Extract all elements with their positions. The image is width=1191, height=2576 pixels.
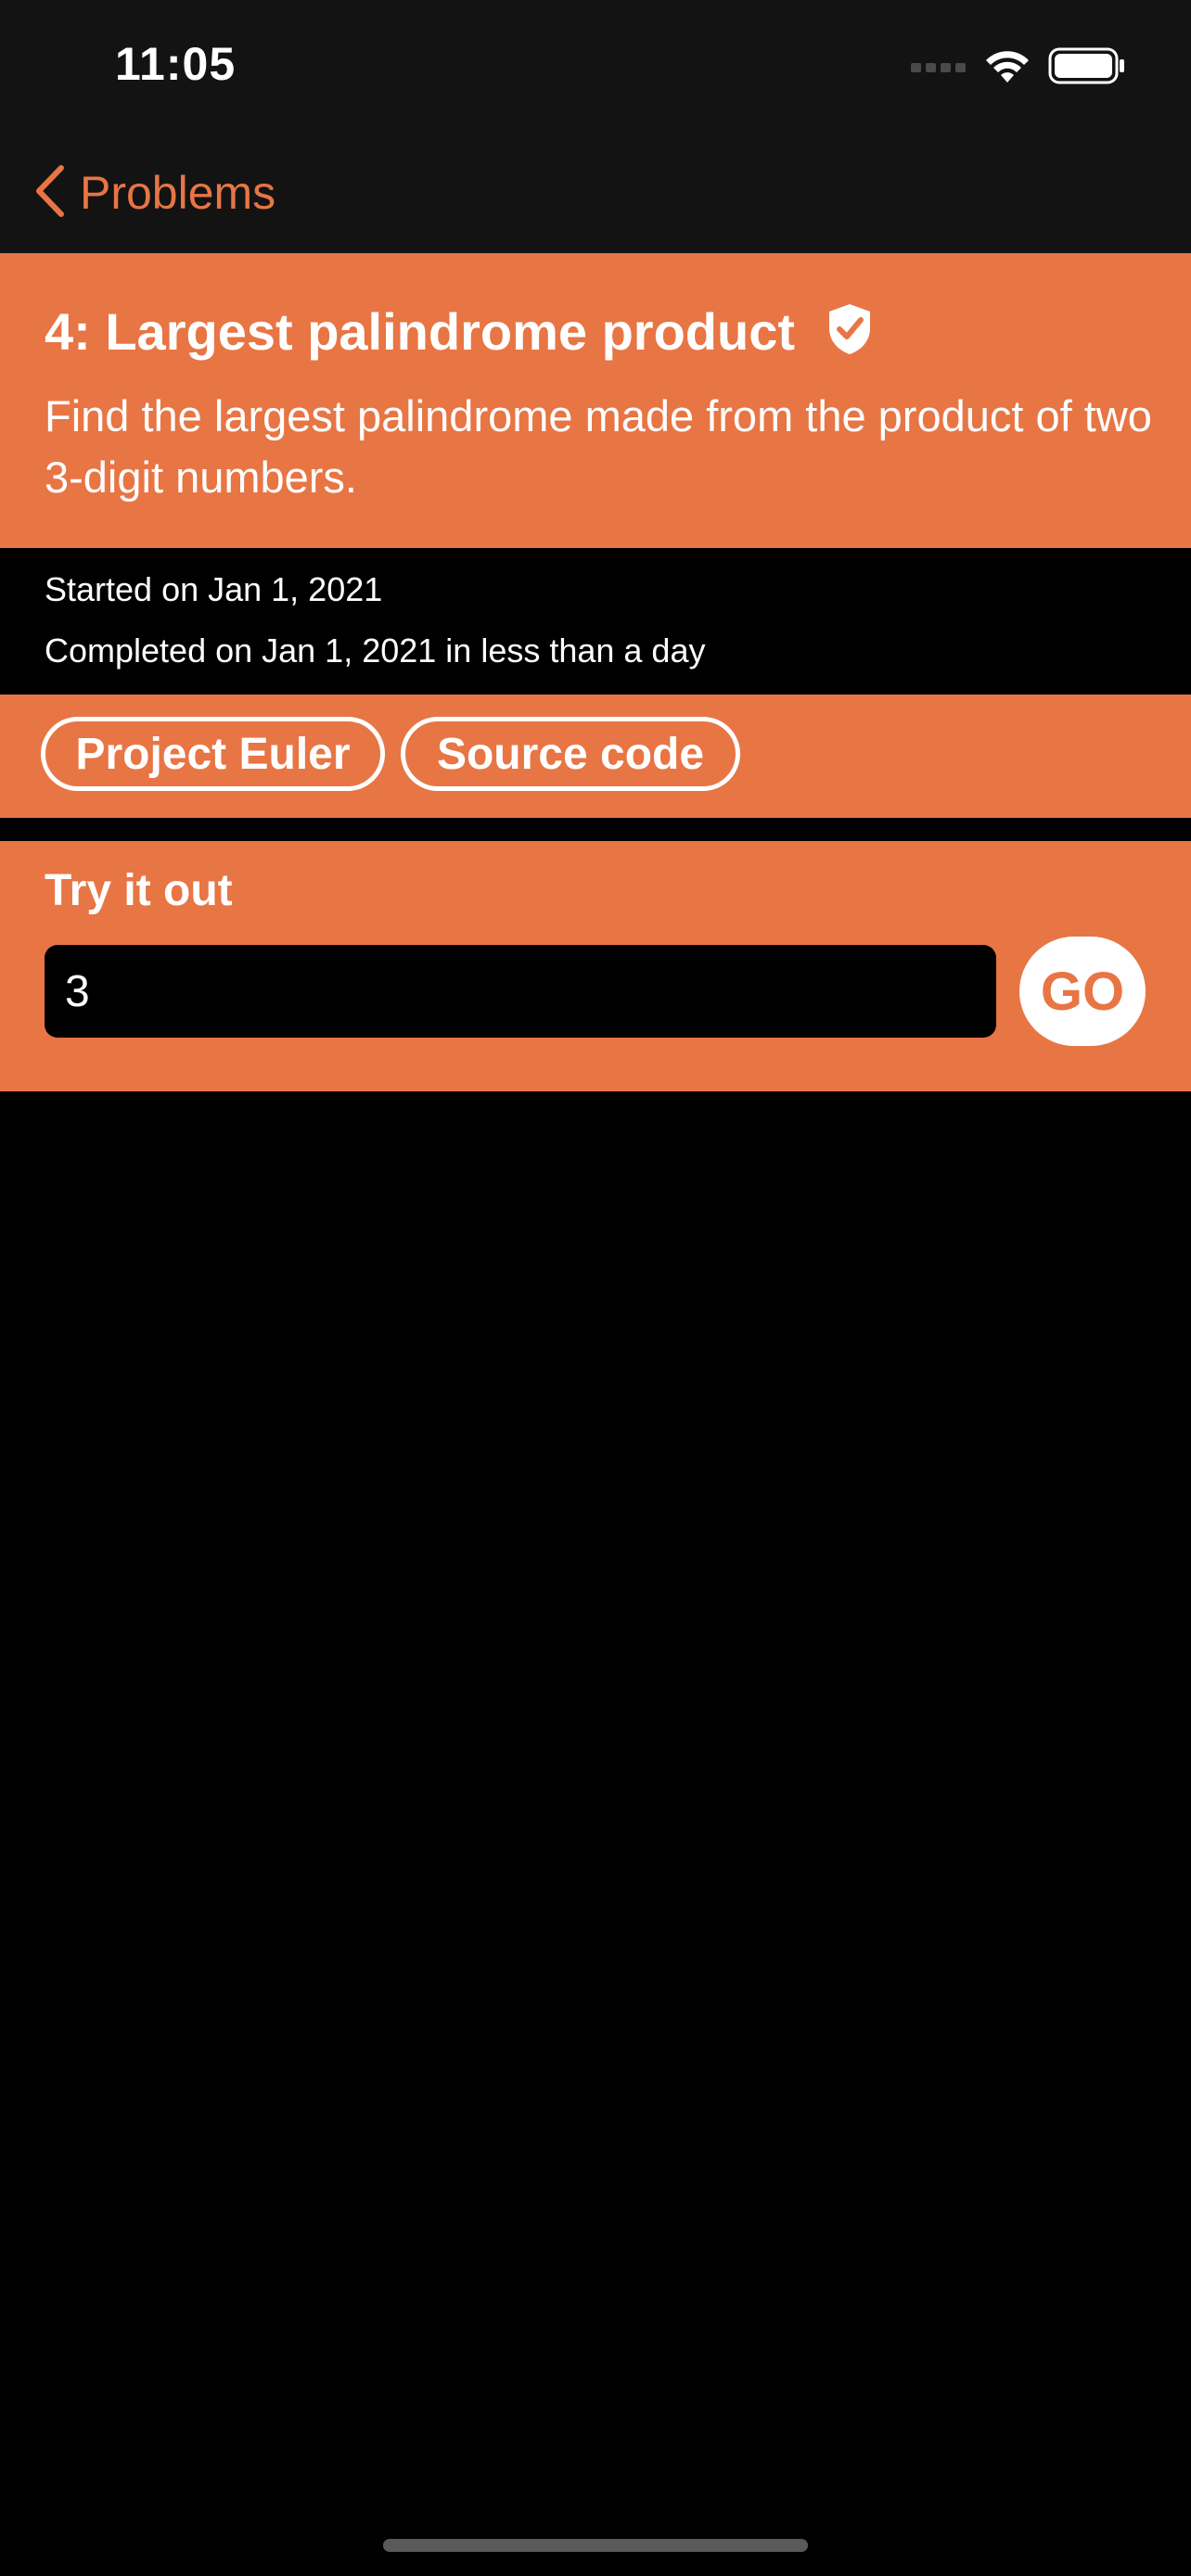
- try-it-out-title: Try it out: [45, 866, 233, 915]
- shield-check-icon: [826, 302, 873, 361]
- chevron-left-icon: [33, 164, 67, 223]
- source-code-link[interactable]: Source code: [401, 717, 740, 791]
- wifi-icon: [983, 47, 1031, 89]
- problem-description: Find the largest palindrome made from th…: [45, 391, 1152, 502]
- status-bar: 11:05: [0, 0, 1191, 139]
- home-indicator: [383, 2539, 808, 2552]
- try-it-out-card: Try it out GO: [0, 841, 1191, 1091]
- back-label: Problems: [80, 167, 276, 219]
- navigation-bar: Problems: [0, 139, 1191, 253]
- completed-date: Completed on Jan 1, 2021 in less than a …: [45, 631, 706, 670]
- battery-icon: [1048, 47, 1126, 89]
- status-time: 11:05: [115, 38, 237, 90]
- title-row: 4: Largest palindrome product: [45, 299, 873, 363]
- cellular-signal-icon: [911, 59, 967, 77]
- status-icons: [911, 46, 1126, 89]
- project-euler-link[interactable]: Project Euler: [41, 717, 385, 791]
- input-field[interactable]: [45, 945, 996, 1038]
- started-date: Started on Jan 1, 2021: [45, 570, 383, 608]
- dates-section: Started on Jan 1, 2021 Completed on Jan …: [0, 548, 1191, 695]
- problem-title: 4: Largest palindrome product: [45, 301, 795, 361]
- back-button[interactable]: Problems: [33, 158, 275, 228]
- go-button[interactable]: GO: [1019, 937, 1146, 1046]
- links-bar: Project Euler Source code: [0, 695, 1191, 818]
